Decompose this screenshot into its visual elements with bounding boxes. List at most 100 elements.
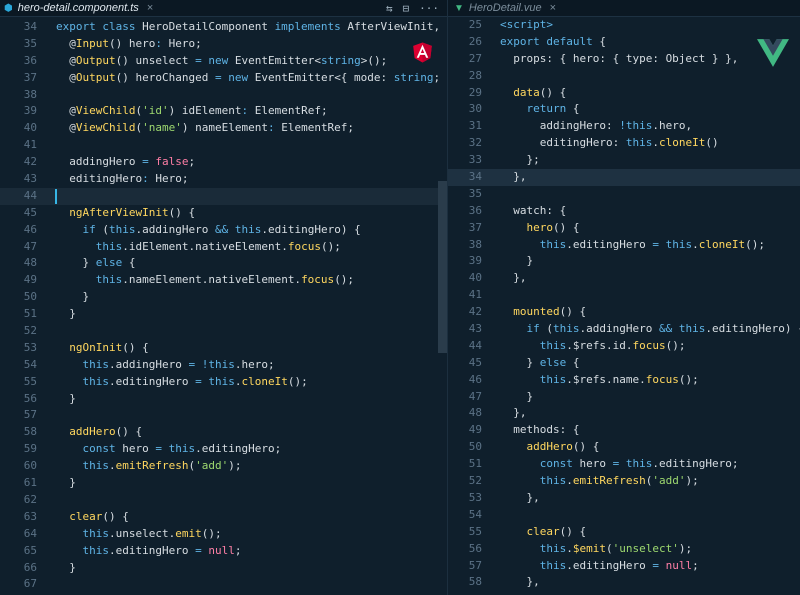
line-number[interactable]: 57 [0, 407, 37, 424]
line-number[interactable]: 50 [0, 289, 37, 306]
code-text[interactable]: }, [482, 574, 539, 591]
line-number[interactable]: 27 [448, 51, 482, 68]
code-text[interactable]: } [37, 475, 76, 492]
line-number[interactable]: 52 [0, 323, 37, 340]
code-line[interactable]: 58 addHero() { [0, 424, 447, 441]
code-lines-left[interactable]: 34 export class HeroDetailComponent imple… [0, 19, 447, 593]
code-line[interactable]: 42 addingHero = false; [0, 154, 447, 171]
code-line[interactable]: 38 this.editingHero = this.cloneIt(); [448, 237, 800, 254]
code-line[interactable]: 57 [0, 407, 447, 424]
code-line[interactable]: 37 hero() { [448, 220, 800, 237]
code-text[interactable] [37, 323, 56, 340]
code-text[interactable]: this.editingHero = null; [482, 558, 699, 575]
line-number[interactable]: 47 [0, 239, 37, 256]
code-line[interactable]: 66 } [0, 560, 447, 577]
compare-changes-icon[interactable]: ⇆ [386, 2, 393, 15]
code-text[interactable]: clear() { [482, 524, 587, 541]
line-number[interactable]: 43 [0, 171, 37, 188]
line-number[interactable]: 31 [448, 118, 482, 135]
code-line[interactable]: 57 this.editingHero = null; [448, 558, 800, 575]
line-number[interactable]: 38 [448, 237, 482, 254]
line-number[interactable]: 49 [448, 422, 482, 439]
line-number[interactable]: 53 [0, 340, 37, 357]
code-line[interactable]: 40 @ViewChild('name') nameElement: Eleme… [0, 120, 447, 137]
code-line[interactable]: 29 data() { [448, 85, 800, 102]
code-line[interactable]: 48 } else { [0, 255, 447, 272]
line-number[interactable]: 61 [0, 475, 37, 492]
code-line[interactable]: 35 @Input() hero: Hero; [0, 36, 447, 53]
code-line[interactable]: 40 }, [448, 270, 800, 287]
code-line[interactable]: 38 [0, 87, 447, 104]
code-line[interactable]: 32 editingHero: this.cloneIt() [448, 135, 800, 152]
code-text[interactable] [37, 137, 56, 154]
code-line[interactable]: 52 this.emitRefresh('add'); [448, 473, 800, 490]
code-text[interactable]: editingHero: Hero; [37, 171, 188, 188]
line-number[interactable]: 28 [448, 68, 482, 85]
line-number[interactable]: 44 [0, 188, 37, 205]
editor-pane-angular[interactable]: ⬢ hero-detail.component.ts × ⇆ ⊟ ··· 34 e… [0, 0, 447, 595]
code-line[interactable]: 33 }; [448, 152, 800, 169]
code-text[interactable]: this.nameElement.nativeElement.focus(); [37, 272, 354, 289]
code-text[interactable]: if (this.addingHero && this.editingHero)… [37, 222, 361, 239]
code-line[interactable]: 51 } [0, 306, 447, 323]
code-text[interactable]: }, [482, 405, 526, 422]
code-text[interactable]: this.editingHero = null; [37, 543, 242, 560]
code-text[interactable] [37, 492, 56, 509]
line-number[interactable]: 41 [448, 287, 482, 304]
line-number[interactable]: 37 [448, 220, 482, 237]
code-text[interactable] [37, 188, 56, 205]
line-number[interactable]: 39 [448, 253, 482, 270]
line-number[interactable]: 26 [448, 34, 482, 51]
line-number[interactable]: 65 [0, 543, 37, 560]
code-text[interactable]: } [37, 289, 89, 306]
code-text[interactable]: data() { [482, 85, 566, 102]
code-line[interactable]: 34 export class HeroDetailComponent imple… [0, 19, 447, 36]
code-line[interactable]: 56 this.$emit('unselect'); [448, 541, 800, 558]
code-text[interactable]: this.emitRefresh('add'); [482, 473, 699, 490]
code-text[interactable]: this.idElement.nativeElement.focus(); [37, 239, 341, 256]
code-line[interactable]: 50 addHero() { [448, 439, 800, 456]
code-line[interactable]: 28 [448, 68, 800, 85]
line-number[interactable]: 46 [448, 372, 482, 389]
code-line[interactable]: 25 <script> [448, 17, 800, 34]
line-number[interactable]: 59 [0, 441, 37, 458]
line-number[interactable]: 52 [448, 473, 482, 490]
code-line[interactable]: 67 [0, 576, 447, 593]
line-number[interactable]: 58 [448, 574, 482, 591]
code-text[interactable] [37, 576, 56, 593]
line-number[interactable]: 42 [448, 304, 482, 321]
code-text[interactable]: } [482, 253, 533, 270]
line-number[interactable]: 50 [448, 439, 482, 456]
code-line[interactable]: 54 this.addingHero = !this.hero; [0, 357, 447, 374]
code-line[interactable]: 56 } [0, 391, 447, 408]
line-number[interactable]: 41 [0, 137, 37, 154]
code-line[interactable]: 55 this.editingHero = this.cloneIt(); [0, 374, 447, 391]
line-number[interactable]: 37 [0, 70, 37, 87]
code-line[interactable]: 50 } [0, 289, 447, 306]
code-line[interactable]: 46 if (this.addingHero && this.editingHe… [0, 222, 447, 239]
code-text[interactable]: @Output() heroChanged = new EventEmitter… [37, 70, 447, 87]
code-text[interactable]: } else { [482, 355, 579, 372]
code-text[interactable]: @ViewChild('name') nameElement: ElementR… [37, 120, 354, 137]
code-text[interactable]: @Output() unselect = new EventEmitter<st… [37, 53, 387, 70]
line-number[interactable]: 54 [448, 507, 482, 524]
tab-herodetail-vue[interactable]: ▼ HeroDetail.vue × [454, 0, 556, 16]
line-number[interactable]: 30 [448, 101, 482, 118]
line-number[interactable]: 56 [0, 391, 37, 408]
code-text[interactable]: watch: { [482, 203, 566, 220]
code-line[interactable]: 44 [0, 187, 447, 205]
code-line[interactable]: 53 ngOnInit() { [0, 340, 447, 357]
code-text[interactable] [482, 68, 500, 85]
code-text[interactable]: } [482, 389, 533, 406]
line-number[interactable]: 53 [448, 490, 482, 507]
code-text[interactable]: mounted() { [482, 304, 586, 321]
code-text[interactable] [37, 87, 56, 104]
code-text[interactable]: } else { [37, 255, 135, 272]
code-line[interactable]: 47 } [448, 389, 800, 406]
line-number[interactable]: 36 [448, 203, 482, 220]
code-text[interactable]: addHero() { [37, 424, 142, 441]
line-number[interactable]: 43 [448, 321, 482, 338]
code-text[interactable]: const hero = this.editingHero; [37, 441, 282, 458]
code-text[interactable]: ngAfterViewInit() { [37, 205, 195, 222]
line-number[interactable]: 33 [448, 152, 482, 169]
